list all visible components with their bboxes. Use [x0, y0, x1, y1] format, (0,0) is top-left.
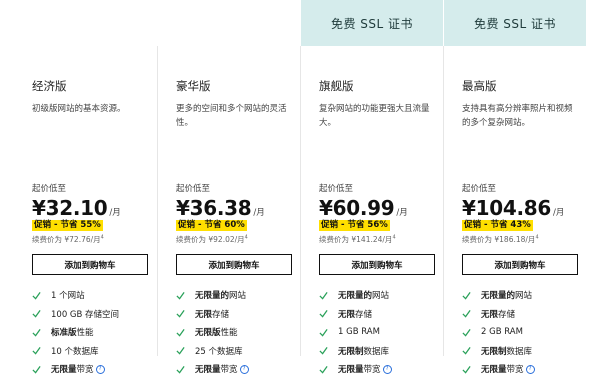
info-icon[interactable]: ?: [239, 364, 249, 374]
feature-item: 无限 存储: [462, 305, 535, 324]
check-icon: [32, 364, 43, 375]
feature-item: 无限量 带宽?: [32, 360, 119, 379]
plan-name: 旗舰版: [319, 79, 354, 93]
plan-description: 支持具有高分辨率照片和视频的多个复杂网站。: [462, 104, 573, 128]
plan-description: 复杂网站的功能更强大且流量大。: [319, 104, 430, 128]
price-row: ¥36.38 /月: [176, 196, 265, 220]
check-icon: [176, 308, 187, 319]
plan-description: 初级版网站的基本资源。: [32, 104, 126, 114]
check-icon: [462, 290, 473, 301]
info-icon[interactable]: ?: [95, 364, 105, 374]
add-to-cart-button[interactable]: 添加到购物车: [319, 254, 435, 275]
pricing-plans: 经济版 初级版网站的基本资源。 起价低至 ¥32.10 /月 促销 - 节省 5…: [14, 0, 586, 375]
price-from-label: 起价低至: [462, 184, 497, 194]
price-period: /月: [553, 208, 565, 218]
check-icon: [319, 364, 330, 375]
feature-item: 无限 存储: [319, 305, 392, 324]
promo-badge: 促销 - 节省 56%: [319, 220, 390, 231]
price-from-label: 起价低至: [176, 184, 211, 194]
feature-item: 25 个数据库: [176, 342, 249, 361]
feature-list: 无限量的 网站 无限 存储 2 GB RAM 无限制 数据库 无限量 带宽?: [462, 286, 535, 379]
check-icon: [176, 327, 187, 338]
feature-item: 100 GB 存储空间: [32, 305, 119, 324]
plan-description: 更多的空间和多个网站的灵活性。: [176, 104, 287, 128]
add-to-cart-button[interactable]: 添加到购物车: [32, 254, 148, 275]
check-icon: [32, 308, 43, 319]
check-icon: [176, 364, 187, 375]
feature-item: 无限量 带宽?: [319, 360, 392, 379]
info-icon[interactable]: ?: [382, 364, 392, 374]
renewal-price: 续费价为 ¥186.18/月4: [462, 234, 539, 245]
feature-item: 1 GB RAM: [319, 323, 392, 342]
check-icon: [176, 290, 187, 301]
price-amount: ¥32.10: [32, 196, 108, 220]
price-period: /月: [253, 208, 265, 218]
renewal-price: 续费价为 ¥141.24/月4: [319, 234, 396, 245]
feature-item: 2 GB RAM: [462, 323, 535, 342]
price-row: ¥32.10 /月: [32, 196, 121, 220]
price-row: ¥60.99 /月: [319, 196, 408, 220]
info-icon[interactable]: ?: [525, 364, 535, 374]
price-from-label: 起价低至: [32, 184, 67, 194]
feature-list: 无限量的 网站 无限 存储 1 GB RAM 无限制 数据库 无限量 带宽?: [319, 286, 392, 379]
feature-item: 标准版 性能: [32, 323, 119, 342]
feature-item: 无限制 数据库: [319, 342, 392, 361]
ssl-banner: 免费 SSL 证书: [301, 0, 443, 46]
price-period: /月: [109, 208, 121, 218]
check-icon: [32, 290, 43, 301]
feature-item: 无限量 带宽?: [176, 360, 249, 379]
feature-item: 无限量 带宽?: [462, 360, 535, 379]
check-icon: [319, 290, 330, 301]
promo-badge: 促销 - 节省 60%: [176, 220, 247, 231]
plan-deluxe: 豪华版 更多的空间和多个网站的灵活性。 起价低至 ¥36.38 /月 促销 - …: [157, 46, 300, 375]
plan-name: 豪华版: [176, 79, 211, 93]
add-to-cart-button[interactable]: 添加到购物车: [176, 254, 292, 275]
renewal-price: 续费价为 ¥92.02/月4: [176, 234, 248, 245]
feature-list: 无限量的 网站 无限 存储 无限版 性能 25 个数据库 无限量 带宽?: [176, 286, 249, 379]
plan-maximum: 免费 SSL 证书 最高版 支持具有高分辨率照片和视频的多个复杂网站。 起价低至…: [443, 0, 586, 375]
feature-list: 1 个网站 100 GB 存储空间 标准版 性能 10 个数据库 无限量 带宽?: [32, 286, 119, 379]
feature-item: 无限量的 网站: [462, 286, 535, 305]
feature-item: 无限量的 网站: [176, 286, 249, 305]
check-icon: [462, 327, 473, 338]
plan-ultimate: 免费 SSL 证书 旗舰版 复杂网站的功能更强大且流量大。 起价低至 ¥60.9…: [300, 0, 443, 375]
feature-item: 10 个数据库: [32, 342, 119, 361]
feature-item: 1 个网站: [32, 286, 119, 305]
feature-item: 无限版 性能: [176, 323, 249, 342]
price-amount: ¥60.99: [319, 196, 395, 220]
check-icon: [319, 308, 330, 319]
feature-item: 无限制 数据库: [462, 342, 535, 361]
plan-name: 最高版: [462, 79, 497, 93]
price-amount: ¥104.86: [462, 196, 551, 220]
plan-economy: 经济版 初级版网站的基本资源。 起价低至 ¥32.10 /月 促销 - 节省 5…: [14, 46, 156, 375]
check-icon: [462, 308, 473, 319]
renewal-price: 续费价为 ¥72.76/月4: [32, 234, 104, 245]
plan-name: 经济版: [32, 79, 67, 93]
ssl-banner: 免费 SSL 证书: [444, 0, 586, 46]
promo-badge: 促销 - 节省 43%: [462, 220, 533, 231]
price-amount: ¥36.38: [176, 196, 252, 220]
price-row: ¥104.86 /月: [462, 196, 564, 220]
price-from-label: 起价低至: [319, 184, 354, 194]
check-icon: [319, 327, 330, 338]
feature-item: 无限 存储: [176, 305, 249, 324]
check-icon: [462, 364, 473, 375]
feature-item: 无限量的 网站: [319, 286, 392, 305]
add-to-cart-button[interactable]: 添加到购物车: [462, 254, 578, 275]
price-period: /月: [396, 208, 408, 218]
promo-badge: 促销 - 节省 55%: [32, 220, 103, 231]
check-icon: [32, 327, 43, 338]
